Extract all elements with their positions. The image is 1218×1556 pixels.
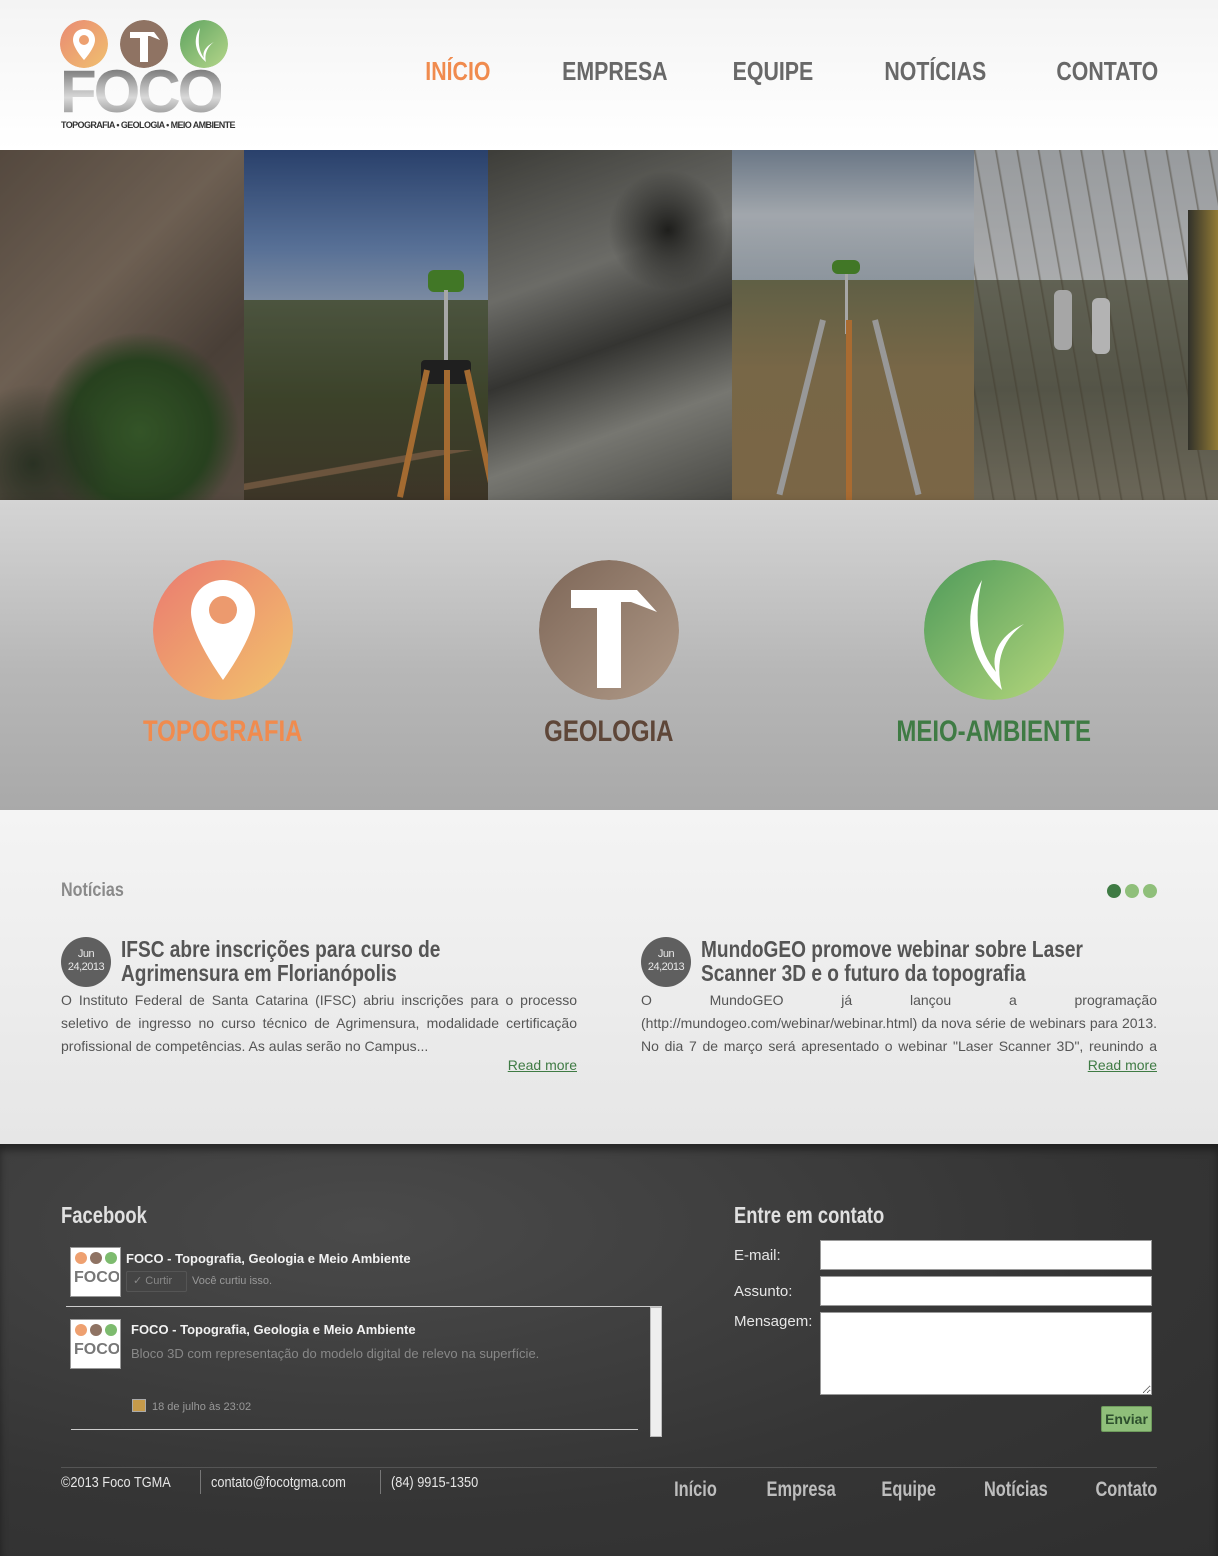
photo-icon xyxy=(132,1399,146,1412)
fb-page-avatar[interactable]: FOCO xyxy=(70,1247,121,1297)
pager-dot-3[interactable] xyxy=(1143,884,1157,898)
site-logo[interactable]: FOCO TOPOGRAFIA • GEOLOGIA • MEIO AMBIEN… xyxy=(60,18,236,133)
service-label-geologia: GEOLOGIA xyxy=(544,715,674,748)
pager-dot-2[interactable] xyxy=(1125,884,1139,898)
footer-nav: Início Empresa Equipe Notícias Contato xyxy=(632,1478,1157,1502)
service-topografia[interactable]: TOPOGRAFIA xyxy=(73,560,373,749)
read-more-link[interactable]: Read more xyxy=(508,1057,577,1073)
foco-logo-icon: FOCO xyxy=(74,1324,119,1358)
copyright-text: ©2013 Foco TGMA xyxy=(61,1473,171,1491)
service-label-meio-ambiente: MEIO-AMBIENTE xyxy=(896,715,1092,748)
hero-photo-strip xyxy=(0,150,1218,500)
svg-text:FOCO: FOCO xyxy=(74,1269,119,1286)
fb-post-avatar[interactable]: FOCO xyxy=(70,1319,121,1369)
nav-item-inicio[interactable]: INÍCIO xyxy=(426,56,491,87)
news-pager xyxy=(1107,884,1157,898)
hero-photo-rock-formation xyxy=(488,150,732,500)
nav-item-contato[interactable]: CONTATO xyxy=(1056,56,1158,87)
date-month: Jun xyxy=(77,948,95,960)
email-label: E-mail: xyxy=(734,1247,781,1264)
footer-nav-contato[interactable]: Contato xyxy=(1095,1478,1157,1502)
hero-photo-field-tripod xyxy=(732,150,974,500)
nav-item-noticias[interactable]: NOTÍCIAS xyxy=(884,56,986,87)
date-badge: Jun 24,2013 xyxy=(641,937,691,987)
message-label: Mensagem: xyxy=(734,1313,813,1330)
site-footer: Facebook FOCO FOCO - Topografia, Geologi… xyxy=(0,1144,1218,1556)
date-day-year: 24,2013 xyxy=(67,961,105,973)
contact-heading: Entre em contato xyxy=(734,1202,885,1228)
footer-nav-equipe[interactable]: Equipe xyxy=(881,1478,936,1502)
service-meio-ambiente[interactable]: MEIO-AMBIENTE xyxy=(844,560,1144,749)
map-pin-icon xyxy=(153,560,293,700)
contact-phone: (84) 9915-1350 xyxy=(390,1473,479,1491)
hammer-icon xyxy=(539,560,679,700)
news-excerpt: O Instituto Federal de Santa Catarina (I… xyxy=(61,992,577,1054)
news-excerpt: O MundoGEO já lançou a programação (http… xyxy=(641,992,1157,1054)
email-field[interactable] xyxy=(820,1240,1152,1270)
subject-field[interactable] xyxy=(820,1276,1152,1306)
service-label-topografia: TOPOGRAFIA xyxy=(143,715,303,748)
main-nav: INÍCIO EMPRESA EQUIPE NOTÍCIAS CONTATO xyxy=(363,56,1158,87)
foco-logo-icon: FOCO xyxy=(74,1252,119,1286)
fb-post-date[interactable]: 18 de julho às 23:02 xyxy=(152,1401,251,1413)
facebook-widget: FOCO FOCO - Topografia, Geologia e Meio … xyxy=(66,1244,662,1439)
logo-wordmark: FOCO xyxy=(60,58,224,125)
site-header: FOCO TOPOGRAFIA • GEOLOGIA • MEIO AMBIEN… xyxy=(0,0,1218,150)
fb-stream[interactable]: FOCO FOCO - Topografia, Geologia e Meio … xyxy=(66,1306,662,1438)
subject-label: Assunto: xyxy=(734,1283,793,1300)
divider xyxy=(200,1470,202,1494)
date-month: Jun xyxy=(657,948,675,960)
news-title[interactable]: IFSC abre inscrições para curso de Agrim… xyxy=(121,937,553,985)
news-heading: Notícias xyxy=(61,880,124,901)
logo-tagline: TOPOGRAFIA • GEOLOGIA • MEIO AMBIENTE xyxy=(61,120,236,130)
fb-post-author[interactable]: FOCO - Topografia, Geologia e Meio Ambie… xyxy=(131,1322,416,1337)
fb-like-button[interactable]: ✓ Curtir xyxy=(126,1271,187,1292)
fb-liked-text: Você curtiu isso. xyxy=(192,1275,273,1287)
pager-dot-1[interactable] xyxy=(1107,884,1121,898)
hero-photo-gps-tripod xyxy=(244,150,488,500)
divider xyxy=(379,1470,381,1494)
hero-photo-survey-team xyxy=(974,150,1218,500)
leaf-icon xyxy=(924,560,1064,700)
fb-page-name[interactable]: FOCO - Topografia, Geologia e Meio Ambie… xyxy=(126,1251,411,1266)
news-title[interactable]: MundoGEO promove webinar sobre Laser Sca… xyxy=(701,937,1133,985)
services-band: TOPOGRAFIA GEOLOGIA MEIO-AMBIENTE xyxy=(0,500,1218,810)
fb-post-divider xyxy=(71,1429,638,1430)
contact-email-link[interactable]: contato@focotgma.com xyxy=(211,1474,346,1491)
fb-post-text: Bloco 3D com representação do modelo dig… xyxy=(131,1346,540,1361)
footer-nav-noticias[interactable]: Notícias xyxy=(984,1478,1048,1502)
read-more-link[interactable]: Read more xyxy=(1088,1057,1157,1073)
message-field[interactable] xyxy=(820,1312,1152,1395)
nav-item-equipe[interactable]: EQUIPE xyxy=(733,56,814,87)
nav-item-empresa[interactable]: EMPRESA xyxy=(562,56,667,87)
send-button[interactable]: Enviar xyxy=(1101,1406,1152,1432)
date-badge: Jun 24,2013 xyxy=(61,937,111,987)
service-geologia[interactable]: GEOLOGIA xyxy=(459,560,759,749)
footer-nav-empresa[interactable]: Empresa xyxy=(767,1478,836,1502)
footer-info: ©2013 Foco TGMA contato@focotgma.com (84… xyxy=(61,1470,493,1494)
fb-scrollbar[interactable] xyxy=(650,1307,662,1437)
hero-photo-rock-plants xyxy=(0,150,244,500)
footer-divider xyxy=(61,1467,1157,1468)
news-section: Notícias Jun 24,2013 IFSC abre inscriçõe… xyxy=(0,810,1218,1144)
footer-nav-inicio[interactable]: Início xyxy=(674,1478,717,1502)
svg-text:FOCO: FOCO xyxy=(74,1341,119,1358)
date-day-year: 24,2013 xyxy=(647,961,685,973)
facebook-heading: Facebook xyxy=(61,1202,147,1228)
